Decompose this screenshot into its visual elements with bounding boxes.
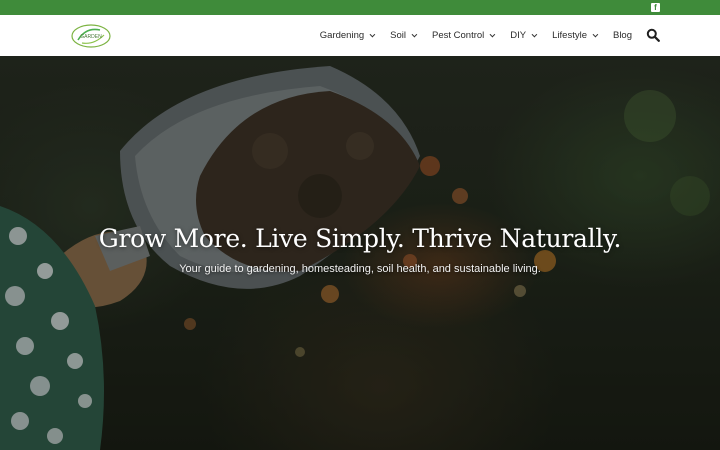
nav-diy[interactable]: DIY [510, 30, 538, 41]
nav-label: Pest Control [432, 30, 485, 41]
facebook-icon[interactable]: f [651, 3, 660, 12]
nav-label: Soil [390, 30, 406, 41]
logo-text: GARDEN [80, 34, 102, 40]
main-nav: Gardening Soil Pest Control DIY Lifestyl… [303, 15, 632, 56]
nav-lifestyle[interactable]: Lifestyle [552, 30, 599, 41]
nav-label: DIY [510, 30, 527, 41]
hero-banner: Grow More. Live Simply. Thrive Naturally… [0, 56, 720, 450]
nav-label: Gardening [319, 30, 365, 41]
chevron-down-icon [411, 31, 418, 37]
top-bar: f [0, 0, 720, 15]
chevron-down-icon [531, 31, 538, 37]
hero-subtitle: Your guide to gardening, homesteading, s… [179, 263, 541, 275]
site-header: GARDEN Gardening Soil Pest Control DIY L… [0, 15, 720, 56]
chevron-down-icon [592, 31, 599, 37]
nav-gardening[interactable]: Gardening [319, 30, 376, 41]
chevron-down-icon [489, 31, 496, 37]
nav-pest-control[interactable]: Pest Control [432, 30, 496, 41]
nav-blog[interactable]: Blog [613, 30, 632, 41]
hero-overlay [0, 56, 720, 450]
hero-title: Grow More. Live Simply. Thrive Naturally… [98, 224, 622, 253]
site-logo[interactable]: GARDEN [70, 23, 112, 49]
search-icon[interactable] [646, 28, 660, 42]
nav-label: Lifestyle [552, 30, 587, 41]
nav-soil[interactable]: Soil [390, 30, 418, 41]
chevron-down-icon [369, 31, 376, 37]
nav-label: Blog [612, 30, 632, 41]
